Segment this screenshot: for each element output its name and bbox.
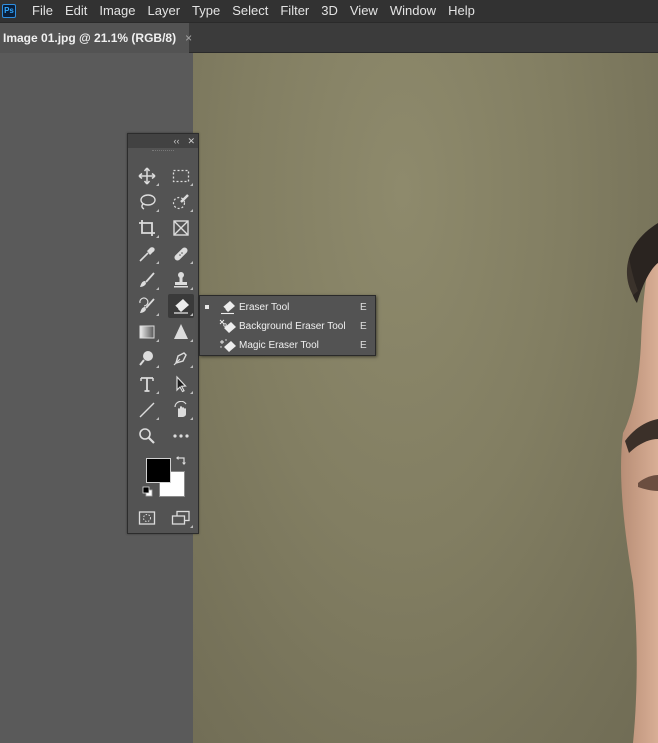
- menu-type[interactable]: Type: [186, 0, 226, 22]
- portrait-photo: [621, 223, 658, 743]
- line-tool-icon: [139, 402, 155, 418]
- flyout-item-shortcut: E: [360, 302, 367, 313]
- close-panel-icon[interactable]: ✕: [187, 134, 195, 148]
- lasso-tool[interactable]: [134, 190, 160, 214]
- eraser-icon: [221, 301, 235, 315]
- flyout-item-background-eraser[interactable]: Background Eraser Tool E: [200, 317, 375, 336]
- document-tab-title: Image 01.jpg @ 21.1% (RGB/8): [3, 31, 177, 45]
- type-tool-icon: [140, 377, 154, 392]
- menu-bar: Ps File Edit Image Layer Type Select Fil…: [0, 0, 658, 22]
- tools-panel-header[interactable]: ‹‹ ✕: [128, 134, 198, 148]
- zoom-tool[interactable]: [134, 424, 160, 448]
- menu-window[interactable]: Window: [384, 0, 442, 22]
- brush-tool-icon: [140, 272, 155, 287]
- swap-colors-icon[interactable]: [175, 454, 187, 466]
- crop-tool[interactable]: [134, 216, 160, 240]
- document-tab[interactable]: Image 01.jpg @ 21.1% (RGB/8) ×: [0, 23, 192, 53]
- menu-3d[interactable]: 3D: [315, 0, 344, 22]
- brush-tool[interactable]: [134, 268, 160, 292]
- edit-toolbar-button[interactable]: [168, 424, 194, 448]
- quick-selection-tool-icon: [172, 194, 189, 210]
- pen-tool-icon: [173, 352, 187, 366]
- eyedropper-tool-icon: [139, 247, 155, 262]
- healing-brush-tool-icon: [174, 247, 188, 261]
- menu-help[interactable]: Help: [442, 0, 481, 22]
- path-selection-tool-icon: [176, 375, 187, 393]
- quick-mask-icon: [138, 511, 156, 525]
- edit-toolbar-icon: [173, 434, 189, 438]
- quick-mask-button[interactable]: [134, 506, 160, 530]
- dodge-tool[interactable]: [134, 346, 160, 370]
- selected-bullet-icon: [205, 305, 209, 309]
- marquee-tool[interactable]: [168, 164, 194, 188]
- document-tab-bar: Image 01.jpg @ 21.1% (RGB/8) ×: [0, 22, 658, 53]
- menu-filter[interactable]: Filter: [274, 0, 315, 22]
- history-brush-tool-icon: [139, 297, 155, 313]
- frame-tool-icon: [173, 220, 189, 236]
- menu-view[interactable]: View: [344, 0, 384, 22]
- photoshop-logo: Ps: [2, 4, 16, 18]
- background-eraser-icon: [219, 319, 236, 333]
- flyout-item-label: Eraser Tool: [239, 302, 290, 313]
- blur-tool-icon: [174, 324, 188, 339]
- menu-edit[interactable]: Edit: [59, 0, 93, 22]
- panel-grip[interactable]: [128, 148, 198, 154]
- clone-stamp-tool[interactable]: [168, 268, 194, 292]
- flyout-item-eraser[interactable]: Eraser Tool E: [200, 298, 375, 317]
- flyout-item-shortcut: E: [360, 321, 367, 332]
- lasso-tool-icon: [140, 194, 156, 210]
- pen-tool[interactable]: [168, 346, 194, 370]
- screen-mode-button[interactable]: [168, 506, 194, 530]
- blur-tool[interactable]: [168, 320, 194, 344]
- dodge-tool-icon: [139, 351, 153, 366]
- path-selection-tool[interactable]: [168, 372, 194, 396]
- flyout-item-label: Background Eraser Tool: [239, 321, 346, 332]
- menu-select[interactable]: Select: [226, 0, 274, 22]
- menu-layer[interactable]: Layer: [142, 0, 187, 22]
- eraser-tool[interactable]: [168, 294, 194, 318]
- flyout-item-shortcut: E: [360, 340, 367, 351]
- line-tool[interactable]: [134, 398, 160, 422]
- screen-mode-icon: [171, 510, 190, 525]
- type-tool[interactable]: [134, 372, 160, 396]
- zoom-tool-icon: [139, 428, 155, 444]
- color-swatches: [142, 454, 188, 500]
- magic-eraser-icon: [220, 339, 236, 352]
- collapse-panel-icon[interactable]: ‹‹: [173, 134, 179, 148]
- eraser-tool-flyout: Eraser Tool E Background Eraser Tool E M…: [199, 295, 376, 356]
- rectangular-marquee-tool-icon: [172, 169, 190, 183]
- history-brush-tool[interactable]: [134, 294, 160, 318]
- move-tool-icon: [138, 167, 156, 185]
- rotate-view-tool-icon: [174, 401, 187, 417]
- tools-panel: ‹‹ ✕: [127, 133, 199, 534]
- default-colors-icon[interactable]: [142, 486, 154, 498]
- document-image[interactable]: [193, 53, 658, 743]
- crop-tool-icon: [139, 220, 155, 236]
- eraser-tool-icon: [174, 299, 189, 314]
- canvas-area[interactable]: [0, 53, 658, 743]
- flyout-item-magic-eraser[interactable]: Magic Eraser Tool E: [200, 336, 375, 355]
- clone-stamp-tool-icon: [174, 272, 188, 288]
- rotate-view-tool[interactable]: [168, 398, 194, 422]
- close-icon[interactable]: ×: [185, 31, 192, 45]
- foreground-color-swatch[interactable]: [146, 458, 171, 483]
- eyedropper-tool[interactable]: [134, 242, 160, 266]
- menu-file[interactable]: File: [26, 0, 59, 22]
- flyout-item-label: Magic Eraser Tool: [239, 340, 319, 351]
- menu-image[interactable]: Image: [93, 0, 141, 22]
- gradient-tool-icon: [139, 325, 155, 339]
- move-tool[interactable]: [134, 164, 160, 188]
- frame-tool[interactable]: [168, 216, 194, 240]
- photoshop-window: Ps File Edit Image Layer Type Select Fil…: [0, 0, 658, 743]
- gradient-tool[interactable]: [134, 320, 160, 344]
- healing-brush-tool[interactable]: [168, 242, 194, 266]
- quick-selection-tool[interactable]: [168, 190, 194, 214]
